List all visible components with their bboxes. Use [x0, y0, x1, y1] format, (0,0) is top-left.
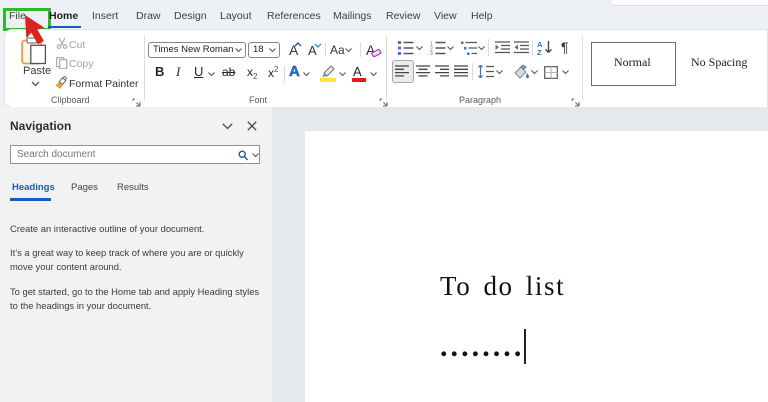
svg-text:3: 3	[430, 51, 433, 55]
svg-text:Z: Z	[537, 48, 542, 55]
